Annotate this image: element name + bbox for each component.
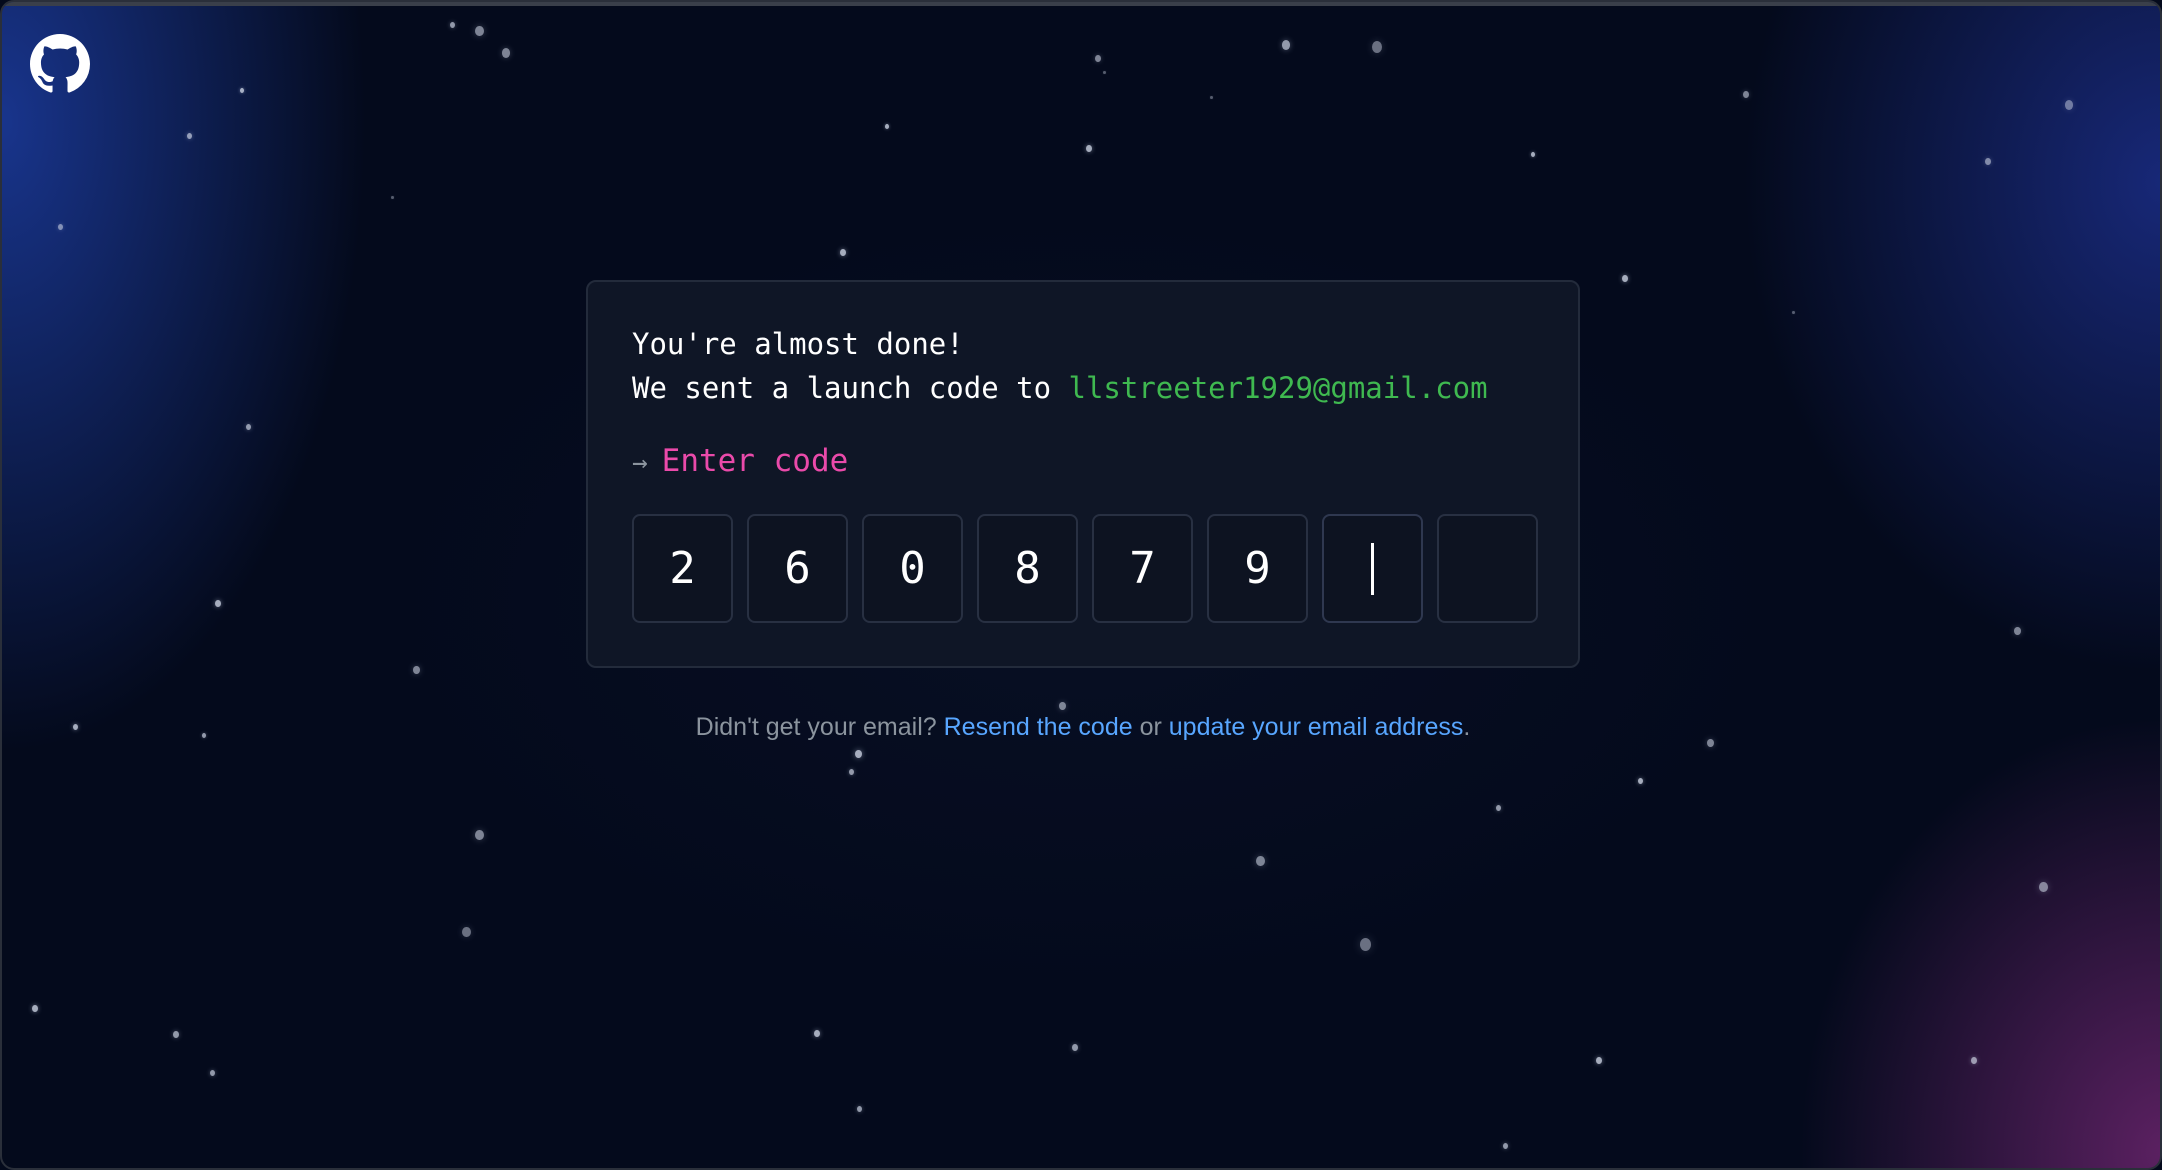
text-cursor: [1371, 542, 1374, 595]
star-dot: [1791, 310, 1795, 315]
star-dot: [1102, 70, 1106, 75]
app-window: You're almost done! We sent a launch cod…: [0, 0, 2162, 1170]
star-dot: [1596, 1057, 1602, 1065]
star-dot: [1359, 937, 1371, 951]
star-dot: [57, 223, 63, 230]
code-digit-4[interactable]: 8: [977, 514, 1078, 623]
star-dot: [2038, 881, 2048, 893]
verification-card: You're almost done! We sent a launch cod…: [586, 280, 1580, 668]
star-dot: [2065, 100, 2073, 110]
star-dot: [474, 25, 484, 37]
star-dot: [854, 749, 862, 758]
star-dot: [186, 132, 192, 139]
enter-code-label: Enter code: [661, 443, 849, 479]
update-email-link[interactable]: update your email address: [1169, 713, 1464, 741]
footer-middle: or: [1132, 713, 1169, 741]
footer-suffix: .: [1463, 713, 1471, 741]
star-dot: [215, 600, 221, 608]
code-digit-5[interactable]: 7: [1092, 514, 1193, 623]
resend-footer: Didn't get your email? Resend the code o…: [2, 713, 2160, 742]
star-dot: [1743, 91, 1749, 99]
star-dot: [1502, 1142, 1508, 1149]
star-dot: [1622, 275, 1628, 283]
star-dot: [2013, 626, 2021, 635]
star-dot: [840, 249, 846, 257]
star-dot: [209, 1069, 215, 1076]
github-octocat-icon: [30, 34, 90, 93]
star-dot: [1095, 55, 1101, 63]
star-dot: [461, 926, 471, 938]
code-digit-3[interactable]: 0: [862, 514, 963, 623]
star-dot: [1255, 855, 1265, 867]
resend-code-link[interactable]: Resend the code: [944, 713, 1133, 741]
star-dot: [1495, 804, 1501, 811]
window-top-border: [2, 2, 2160, 6]
star-dot: [173, 1031, 179, 1039]
star-dot: [885, 124, 889, 129]
star-dot: [32, 1005, 38, 1013]
sent-code-message: We sent a launch code to llstreeter1929@…: [632, 371, 1488, 405]
star-dot: [1058, 701, 1066, 710]
footer-prefix: Didn't get your email?: [695, 713, 944, 741]
star-dot: [449, 21, 455, 28]
code-digit-2[interactable]: 6: [747, 514, 848, 623]
code-digit-8[interactable]: [1437, 514, 1538, 623]
arrow-right-icon: →: [632, 448, 648, 478]
enter-code-prompt: → Enter code: [632, 443, 848, 479]
star-dot: [1072, 1044, 1078, 1052]
code-input-group: 2 6 0 8 7 9: [632, 514, 1538, 623]
heading-almost-done: You're almost done!: [632, 327, 964, 361]
sent-code-prefix: We sent a launch code to: [632, 371, 1069, 405]
star-dot: [848, 768, 854, 775]
star-dot: [502, 48, 510, 58]
star-dot: [245, 423, 251, 430]
star-dot: [1985, 158, 1991, 166]
code-digit-7[interactable]: [1322, 514, 1423, 623]
email-address: llstreeter1929@gmail.com: [1068, 371, 1488, 405]
star-dot: [1531, 152, 1535, 157]
star-dot: [390, 195, 394, 200]
code-digit-6[interactable]: 9: [1207, 514, 1308, 623]
github-logo-icon[interactable]: [30, 34, 90, 94]
star-dot: [814, 1030, 820, 1038]
star-dot: [856, 1105, 862, 1112]
star-dot: [1637, 777, 1643, 784]
star-dot: [1971, 1057, 1977, 1065]
code-digit-1[interactable]: 2: [632, 514, 733, 623]
star-dot: [1372, 41, 1382, 53]
star-dot: [474, 829, 484, 841]
star-dot: [1086, 145, 1092, 153]
star-dot: [412, 665, 420, 674]
star-dot: [1282, 40, 1290, 50]
star-dot: [240, 88, 244, 93]
star-dot: [1209, 95, 1213, 100]
